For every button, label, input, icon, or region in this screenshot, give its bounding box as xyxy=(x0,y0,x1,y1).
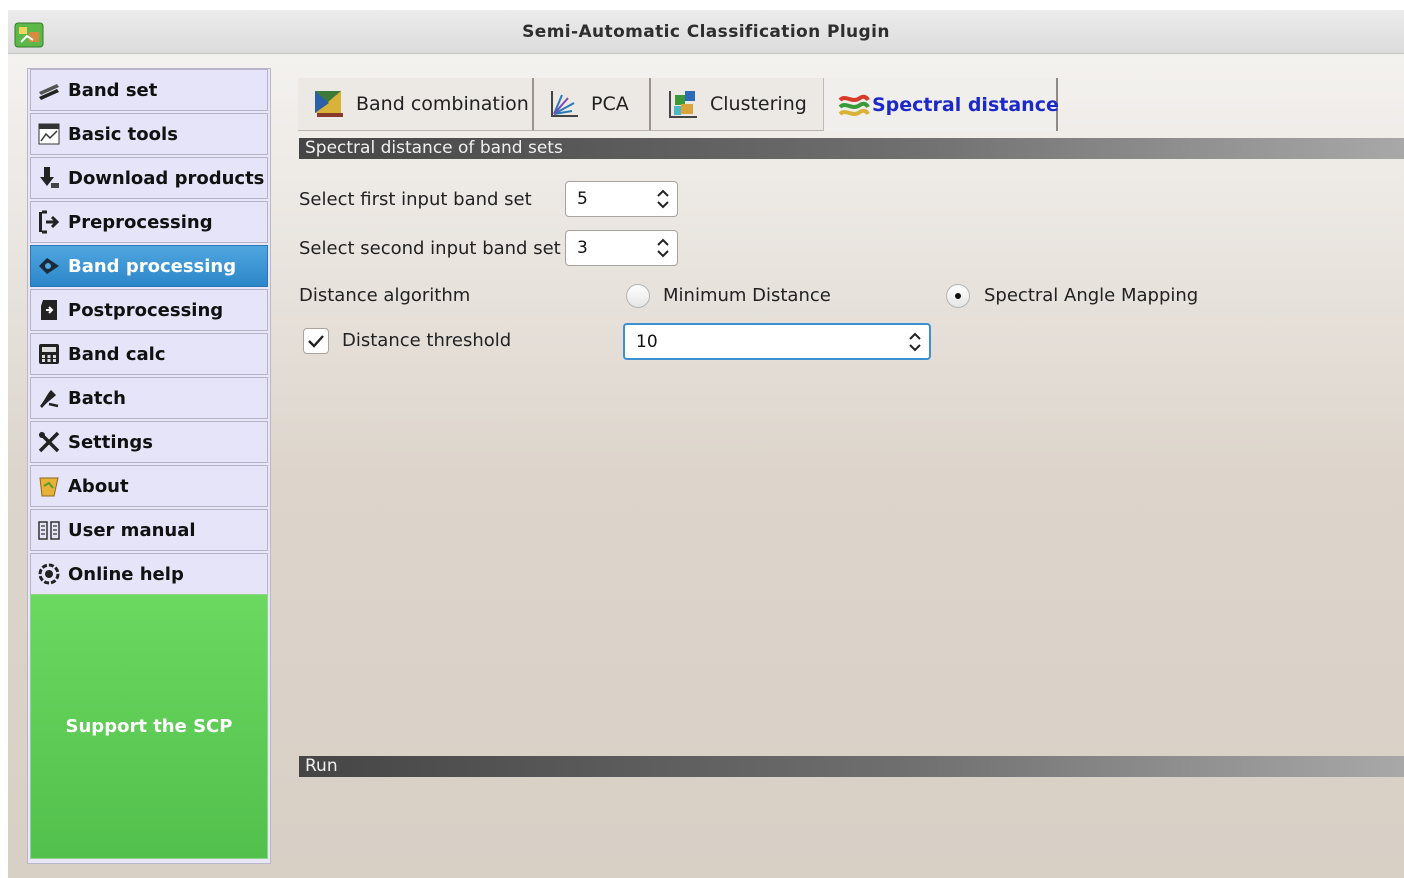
tab-label: Clustering xyxy=(710,93,807,115)
plugin-window: Semi-Automatic Classification Plugin Ban… xyxy=(8,10,1404,878)
window-title: Semi-Automatic Classification Plugin xyxy=(522,22,890,42)
section-header-spectral-distance: Spectral distance of band sets xyxy=(299,138,1404,159)
checkmark-icon xyxy=(308,335,324,348)
batch-icon xyxy=(40,390,59,408)
band-processing-icon xyxy=(39,258,59,274)
first-band-set-spinbox[interactable]: 5 xyxy=(565,181,678,217)
second-band-set-label: Select second input band set xyxy=(299,238,561,259)
spectral-distance-icon xyxy=(838,94,870,116)
sidebar-item-label: Download products xyxy=(68,167,265,189)
section-header-run: Run xyxy=(299,756,1404,777)
distance-threshold-spinbox[interactable]: 10 xyxy=(623,323,931,360)
spectral-angle-mapping-radio[interactable] xyxy=(946,284,970,308)
spin-arrows-icon[interactable] xyxy=(655,237,671,259)
sidebar-item-label: Basic tools xyxy=(68,123,178,145)
online-help-icon xyxy=(38,563,60,585)
sidebar-item-label: User manual xyxy=(68,519,196,541)
minimum-distance-label[interactable]: Minimum Distance xyxy=(663,285,831,306)
second-band-set-value: 3 xyxy=(577,238,588,258)
postprocessing-icon xyxy=(41,300,57,320)
sidebar-item-batch[interactable]: Batch xyxy=(30,377,268,419)
sidebar-item-online-help[interactable]: Online help xyxy=(30,553,268,595)
sidebar-item-band-calc[interactable]: Band calc xyxy=(30,333,268,375)
sidebar-item-settings[interactable]: Settings xyxy=(30,421,268,463)
sidebar-item-download-products[interactable]: Download products xyxy=(30,157,268,199)
distance-threshold-label[interactable]: Distance threshold xyxy=(342,330,511,351)
spectral-angle-mapping-label[interactable]: Spectral Angle Mapping xyxy=(984,285,1198,306)
sidebar-item-label: Online help xyxy=(68,563,184,585)
main-content: Band set Basic tools Download products P… xyxy=(8,54,1404,878)
first-band-set-value: 5 xyxy=(577,189,588,209)
tab-label: PCA xyxy=(591,93,629,115)
preprocessing-icon xyxy=(39,210,60,234)
first-band-set-label: Select first input band set xyxy=(299,189,532,210)
user-manual-icon xyxy=(38,521,60,540)
distance-algorithm-label: Distance algorithm xyxy=(299,285,471,306)
spin-arrows-icon[interactable] xyxy=(655,188,671,210)
band-combination-icon xyxy=(315,91,343,117)
tab-label: Band combination xyxy=(356,93,529,115)
tab-spectral-distance[interactable]: Spectral distance xyxy=(823,78,1059,131)
settings-icon xyxy=(38,431,60,453)
sidebar-item-about[interactable]: About xyxy=(30,465,268,507)
distance-threshold-checkbox[interactable] xyxy=(303,328,329,354)
clustering-icon xyxy=(669,91,697,118)
sidebar-item-preprocessing[interactable]: Preprocessing xyxy=(30,201,268,243)
sidebar-item-label: Band calc xyxy=(68,343,166,365)
basic-tools-icon xyxy=(38,123,60,145)
band-calc-icon xyxy=(39,344,59,364)
sidebar-item-basic-tools[interactable]: Basic tools xyxy=(30,113,268,155)
about-icon xyxy=(39,477,59,497)
support-label: Support the SCP xyxy=(65,716,233,737)
tab-clustering[interactable]: Clustering xyxy=(651,78,823,131)
band-set-icon xyxy=(39,84,59,100)
sidebar-item-label: Band set xyxy=(68,79,158,101)
sidebar-item-postprocessing[interactable]: Postprocessing xyxy=(30,289,268,331)
sidebar-item-label: Batch xyxy=(68,387,126,409)
radio-selected-dot xyxy=(955,293,961,299)
tab-band-combination[interactable]: Band combination xyxy=(298,78,534,131)
tab-label: Spectral distance xyxy=(872,93,1059,116)
second-band-set-spinbox[interactable]: 3 xyxy=(565,230,678,266)
support-the-scp-button[interactable]: Support the SCP xyxy=(30,594,268,859)
tab-pca[interactable]: PCA xyxy=(534,78,651,131)
sidebar-item-label: About xyxy=(68,475,129,497)
sidebar-item-label: Postprocessing xyxy=(68,299,224,321)
title-bar: Semi-Automatic Classification Plugin xyxy=(8,10,1404,54)
distance-threshold-value: 10 xyxy=(636,332,658,352)
sidebar-item-label: Band processing xyxy=(68,255,237,277)
tab-bar: Band combination PCA Clustering Spectral… xyxy=(298,78,1404,131)
sidebar-item-label: Preprocessing xyxy=(68,211,213,233)
sidebar-item-band-set[interactable]: Band set xyxy=(30,69,268,111)
pca-icon xyxy=(551,91,578,117)
sidebar-item-user-manual[interactable]: User manual xyxy=(30,509,268,551)
minimum-distance-radio[interactable] xyxy=(626,284,650,308)
sidebar-item-label: Settings xyxy=(68,431,153,453)
sidebar-item-band-processing[interactable]: Band processing xyxy=(30,245,268,287)
sidebar: Band set Basic tools Download products P… xyxy=(27,68,271,864)
download-icon xyxy=(40,167,59,188)
spin-arrows-icon[interactable] xyxy=(907,331,923,353)
